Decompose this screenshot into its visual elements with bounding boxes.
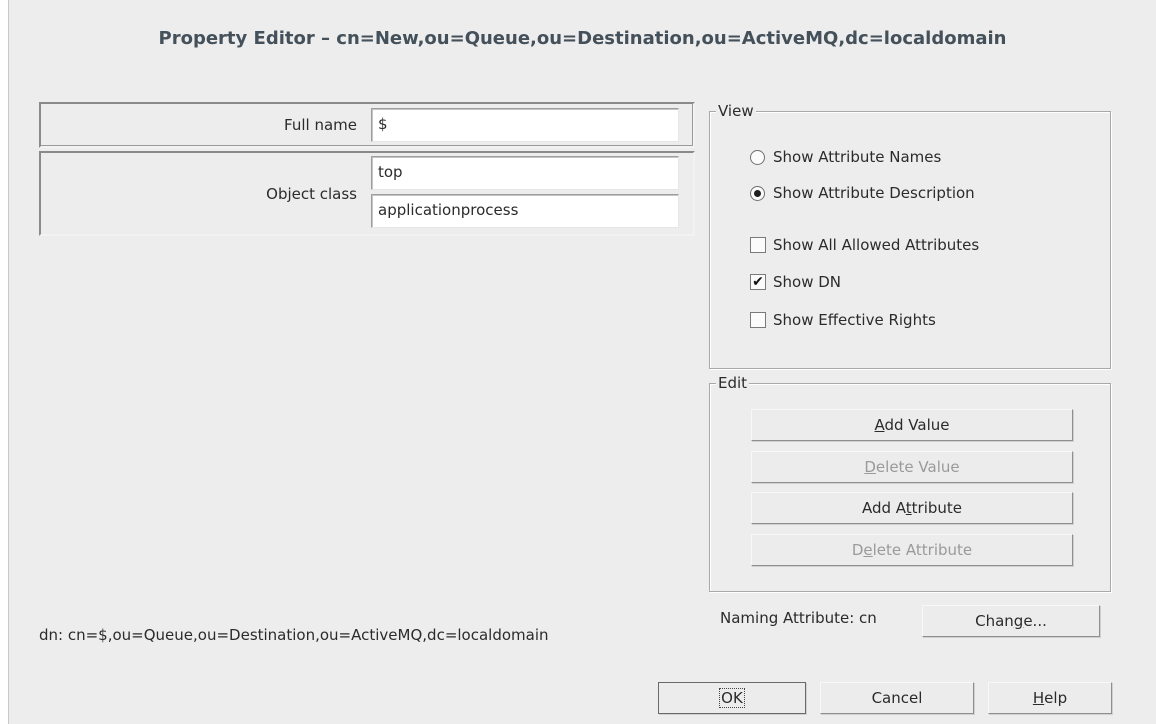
delete-value-button[interactable]: Delete Value (751, 451, 1073, 483)
property-editor-dialog: Property Editor – cn=New,ou=Queue,ou=Des… (8, 0, 1156, 724)
checkbox-unchecked-icon (750, 237, 766, 253)
cancel-button[interactable]: Cancel (820, 682, 974, 714)
view-group-title: View (716, 102, 756, 120)
attribute-row-object-class: Object class top applicationprocess (39, 151, 695, 236)
show-attribute-description-radio[interactable]: Show Attribute Description (750, 183, 975, 203)
delete-attribute-button[interactable]: Delete Attribute (751, 534, 1073, 566)
checkbox-label: Show All Allowed Attributes (773, 236, 980, 254)
checkbox-checked-icon: ✔ (750, 274, 766, 290)
edit-group-title: Edit (716, 374, 750, 392)
show-effective-rights-checkbox[interactable]: Show Effective Rights (750, 310, 936, 330)
checkbox-label: Show Effective Rights (773, 311, 936, 329)
change-naming-attribute-button[interactable]: Change... (922, 605, 1100, 637)
checkbox-unchecked-icon (750, 312, 766, 328)
object-class-value-field[interactable]: top (371, 156, 679, 190)
show-attribute-names-radio[interactable]: Show Attribute Names (750, 147, 941, 167)
checkbox-label: Show DN (773, 273, 842, 291)
radio-label: Show Attribute Names (773, 148, 942, 166)
attribute-row-full-name: Full name $ (39, 102, 695, 148)
add-value-button[interactable]: Add Value (751, 409, 1073, 441)
radio-selected-icon (750, 185, 765, 201)
edit-group: Edit Add Value Delete Value Add Attribut… (709, 374, 1111, 592)
ok-button[interactable]: OK (658, 682, 806, 714)
attribute-label-object-class: Object class (266, 185, 357, 203)
dn-text: dn: cn=$,ou=Queue,ou=Destination,ou=Acti… (39, 626, 549, 644)
radio-label: Show Attribute Description (773, 184, 975, 202)
show-dn-checkbox[interactable]: ✔ Show DN (750, 272, 841, 292)
view-group: View Show Attribute Names Show Attribute… (709, 102, 1111, 369)
radio-unselected-icon (750, 149, 765, 165)
object-class-value-field[interactable]: applicationprocess (371, 194, 679, 228)
ok-button-label: OK (719, 688, 745, 708)
full-name-value-field[interactable]: $ (371, 108, 679, 142)
help-button[interactable]: Help (988, 682, 1112, 714)
naming-attribute-label: Naming Attribute: cn (720, 609, 877, 627)
attribute-label-full-name: Full name (284, 116, 357, 134)
show-all-allowed-attributes-checkbox[interactable]: Show All Allowed Attributes (750, 235, 979, 255)
dialog-title: Property Editor – cn=New,ou=Queue,ou=Des… (158, 28, 1007, 49)
add-attribute-button[interactable]: Add Attribute (751, 492, 1073, 524)
